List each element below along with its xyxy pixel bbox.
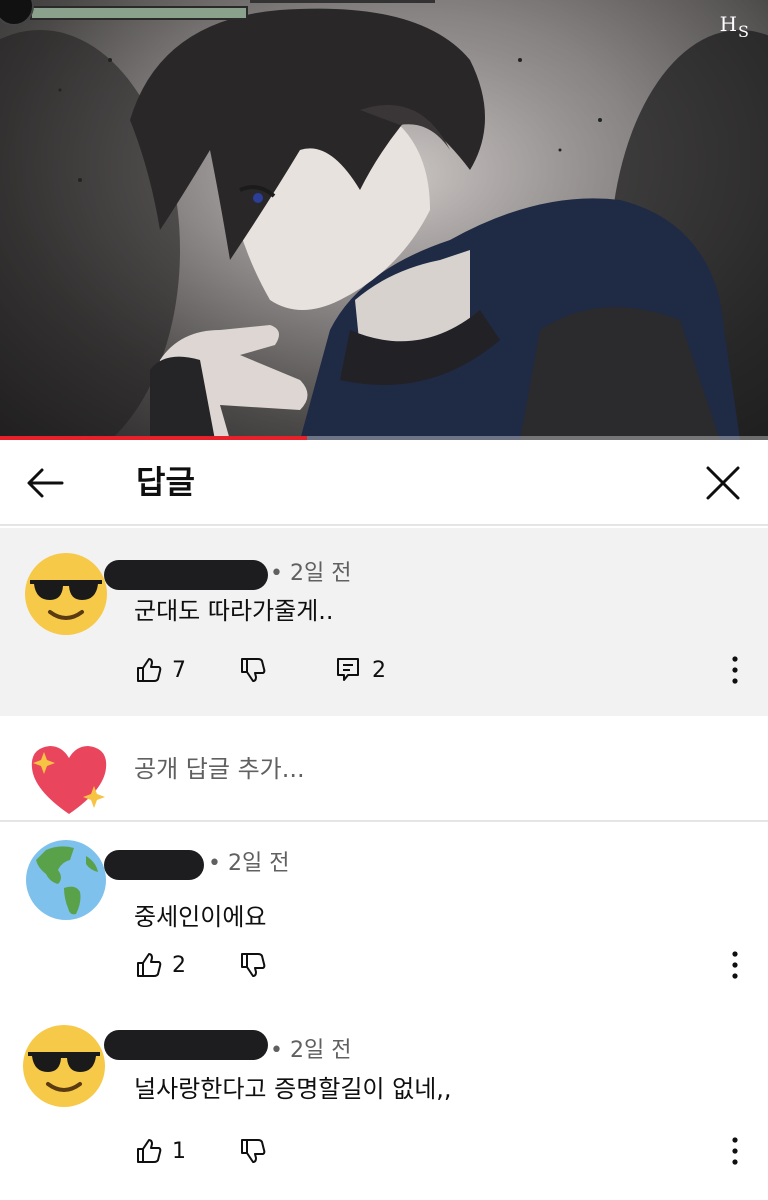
more-options-icon[interactable] <box>722 948 748 982</box>
dislike-button[interactable] <box>238 653 268 687</box>
watermark-main: H <box>719 12 739 36</box>
sunglasses-emoji-icon[interactable] <box>24 552 108 636</box>
comment-text: 널사랑한다고 증명할길이 없네,, <box>134 1075 452 1103</box>
like-count: 7 <box>172 657 186 683</box>
thumbs-down-icon <box>241 953 266 977</box>
channel-watermark: HS <box>720 12 750 41</box>
comment-time: • 2일 전 <box>208 851 290 876</box>
like-count: 2 <box>172 952 186 978</box>
comment-icon <box>337 658 359 681</box>
like-button[interactable]: 2 <box>134 948 186 982</box>
video-frame-illustration <box>0 0 768 440</box>
comment-time: • 2일 전 <box>270 1038 352 1063</box>
author-name-redacted[interactable] <box>104 850 204 880</box>
close-icon[interactable] <box>700 460 746 506</box>
comment-text: 중세인이에요 <box>134 903 267 931</box>
sunglasses-emoji-icon[interactable] <box>22 1024 106 1108</box>
thumbs-up-icon <box>137 658 162 682</box>
thumbs-up-icon <box>137 953 162 977</box>
reply-input-placeholder[interactable]: 공개 답글 추가... <box>134 752 305 786</box>
thumbs-down-icon <box>241 658 266 682</box>
comment-time: • 2일 전 <box>270 561 352 586</box>
comment-time-text: 2일 전 <box>289 1038 352 1063</box>
parent-comment: • 2일 전 군대도 따라가줄게.. 7 2 <box>0 528 768 716</box>
more-options-icon[interactable] <box>722 1134 748 1168</box>
author-name-redacted[interactable] <box>104 1030 268 1060</box>
watermark-sub: S <box>738 22 750 41</box>
video-player[interactable]: HS <box>0 0 768 440</box>
like-count: 1 <box>172 1138 186 1164</box>
page-title: 답글 <box>136 463 195 501</box>
reply-comment: • 2일 전 중세인이에요 2 <box>0 822 768 1002</box>
like-button[interactable]: 1 <box>134 1134 186 1168</box>
thumbs-down-icon <box>241 1139 266 1163</box>
dislike-button[interactable] <box>238 948 268 982</box>
reply-count-button[interactable]: 2 <box>334 653 386 687</box>
health-bar-overlay <box>30 6 248 20</box>
comment-text: 군대도 따라가줄게.. <box>134 597 334 625</box>
sparkling-heart-icon <box>31 746 107 814</box>
reply-comment: • 2일 전 널사랑한다고 증명할길이 없네,, 1 <box>0 1010 768 1200</box>
globe-americas-icon[interactable] <box>24 838 108 922</box>
thumbs-up-icon <box>137 1139 162 1163</box>
comment-time-text: 2일 전 <box>289 561 352 586</box>
dislike-button[interactable] <box>238 1134 268 1168</box>
video-overlay-line <box>250 0 435 3</box>
comment-time-text: 2일 전 <box>227 851 290 876</box>
author-name-redacted[interactable] <box>104 560 268 590</box>
back-arrow-icon[interactable] <box>24 462 66 504</box>
replies-header: 답글 <box>0 440 768 526</box>
add-reply-box[interactable]: 공개 답글 추가... <box>0 716 768 822</box>
more-options-icon[interactable] <box>722 653 748 687</box>
reply-count: 2 <box>372 657 386 683</box>
like-button[interactable]: 7 <box>134 653 186 687</box>
